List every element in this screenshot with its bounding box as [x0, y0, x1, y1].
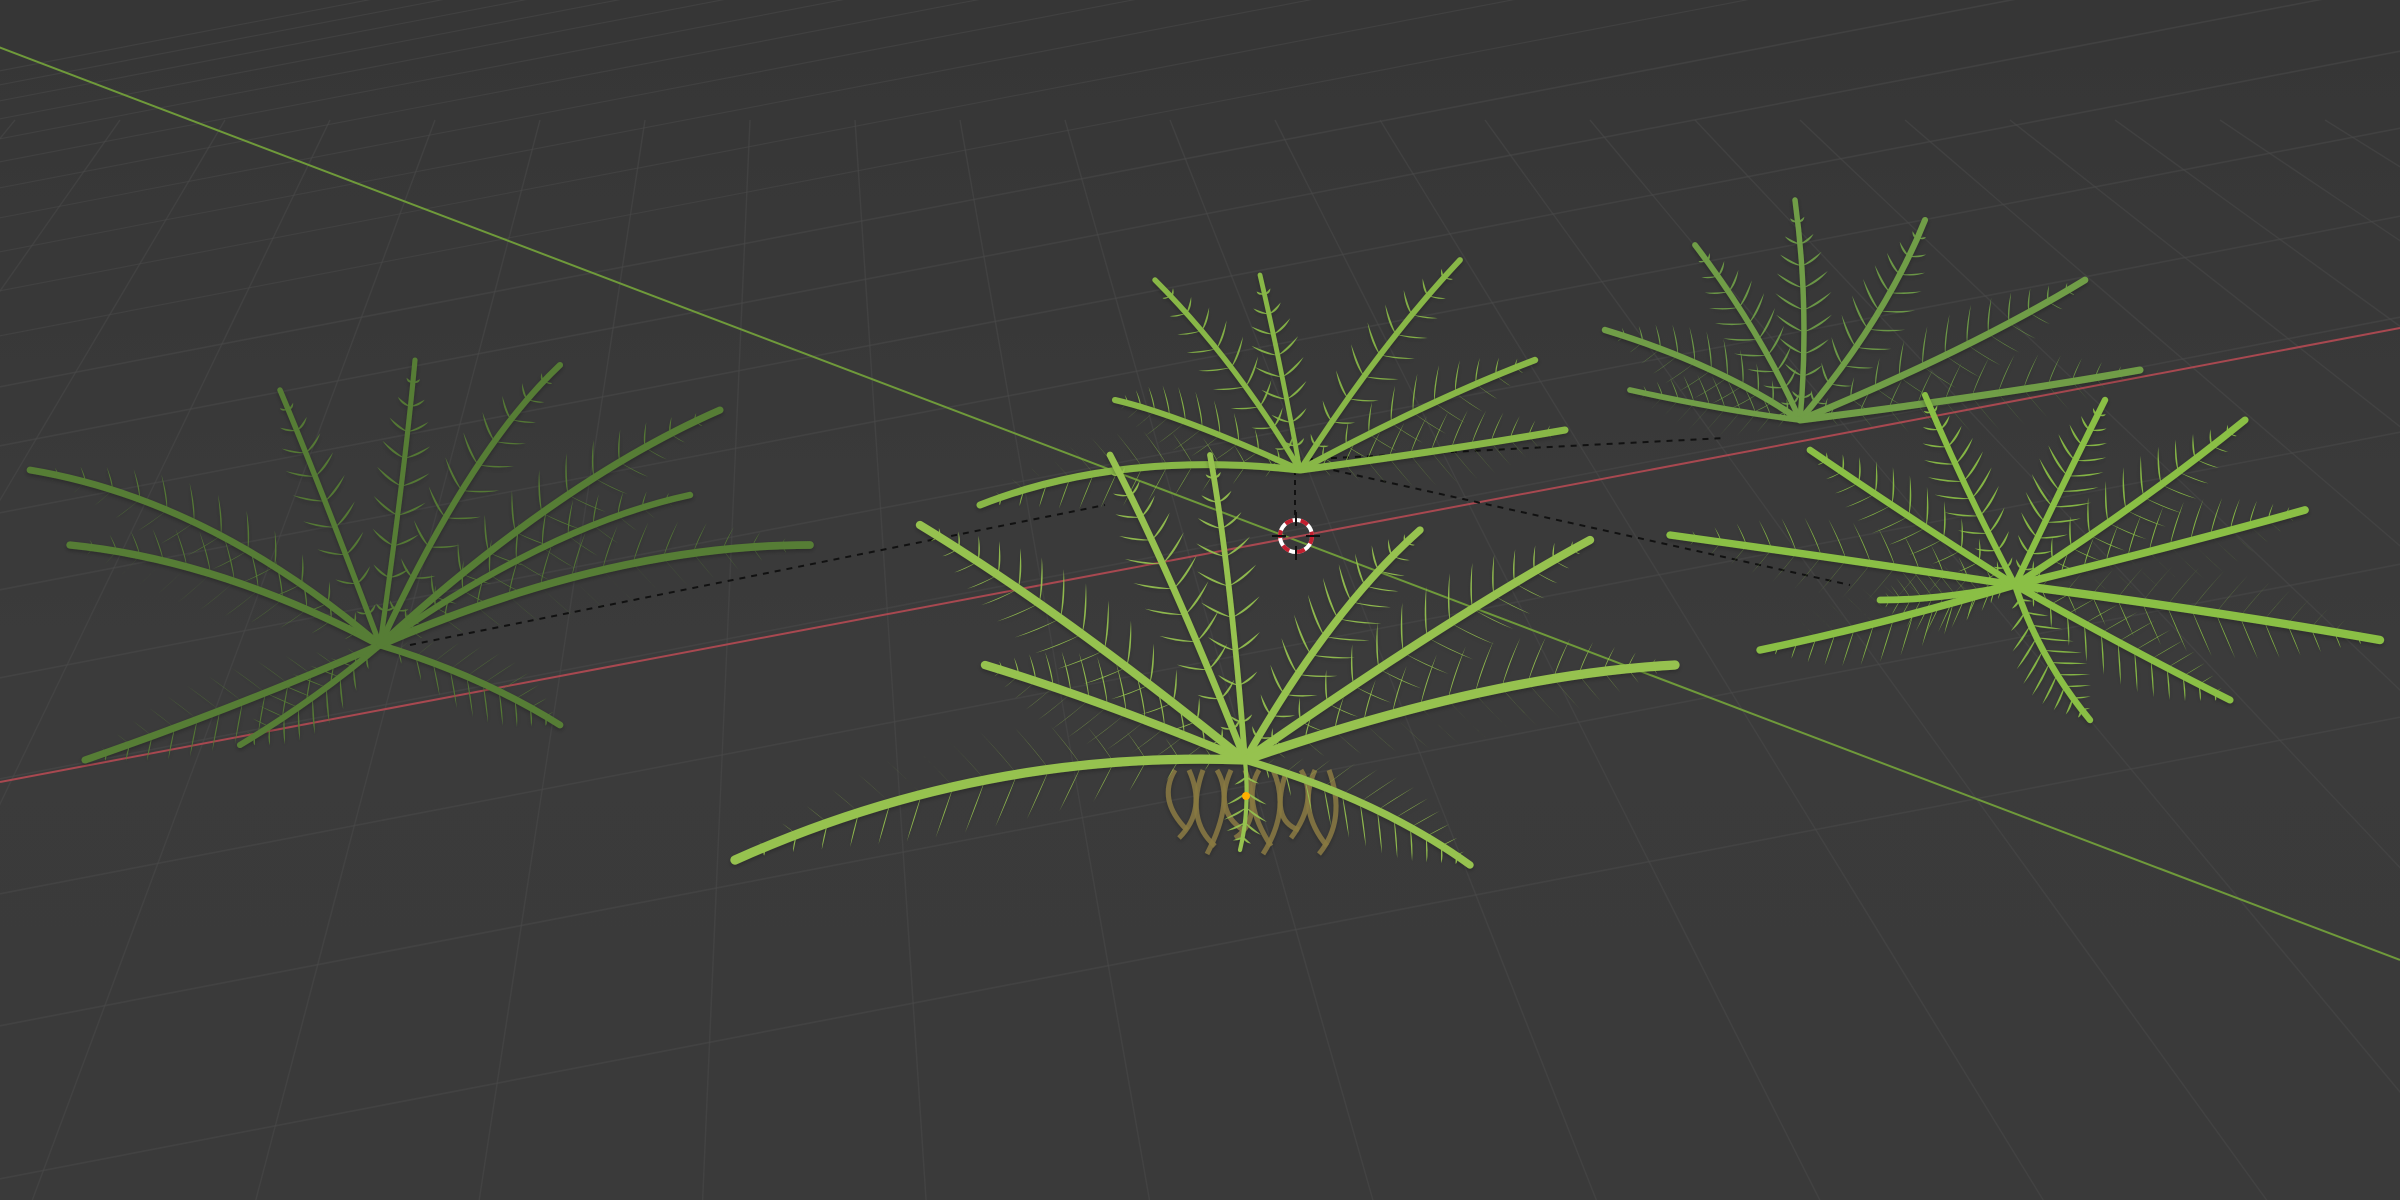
- active-object-origin-dot: [1242, 792, 1250, 800]
- 3d-viewport[interactable]: [0, 0, 2400, 1200]
- viewport-scene[interactable]: [0, 0, 2400, 1200]
